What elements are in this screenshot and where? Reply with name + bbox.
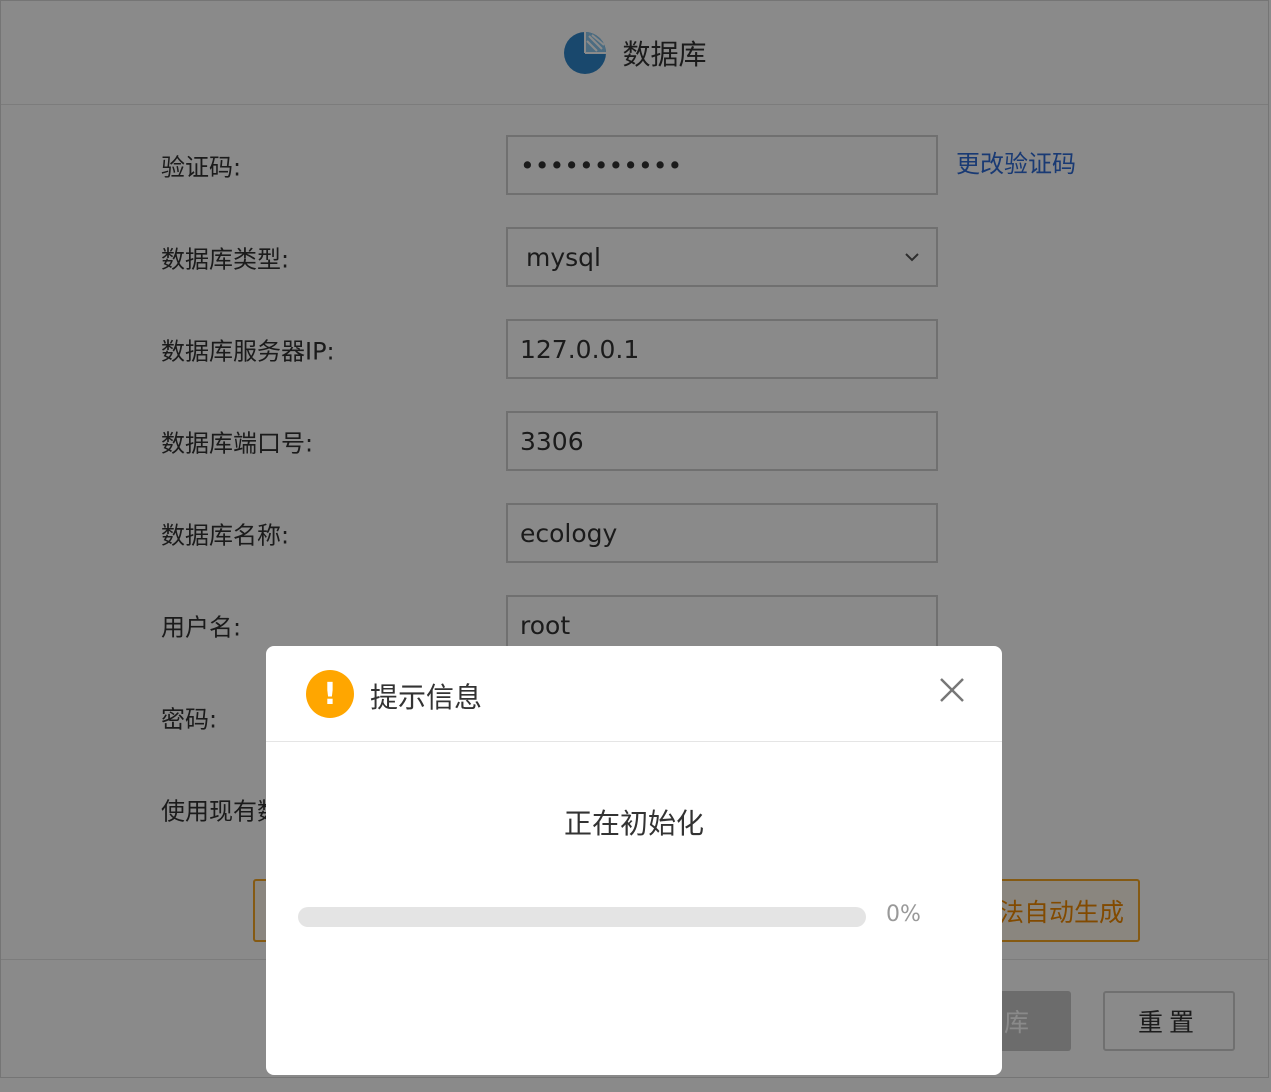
dialog-title: 提示信息 [370,681,483,714]
info-dialog: ! 提示信息 正在初始化 0% [266,646,1002,1075]
progress-bar [298,907,866,927]
close-icon[interactable] [938,676,966,704]
dialog-message: 正在初始化 [563,807,704,840]
warning-icon: ! [306,670,354,718]
progress-text: 0% [886,902,921,927]
dialog-header: ! 提示信息 [266,646,1002,742]
